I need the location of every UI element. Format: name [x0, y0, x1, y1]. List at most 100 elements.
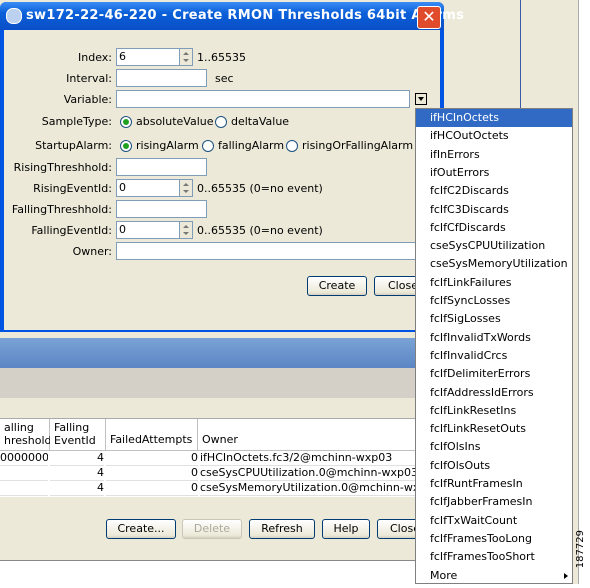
falling-eventid-input[interactable]: 0 — [116, 221, 180, 239]
dropdown-item[interactable]: fcIfInvalidCrcs — [416, 347, 572, 365]
create-button[interactable]: Create — [307, 276, 367, 296]
table-cell-owner: cseSysCPUUtilization.0@mchinn-wxp03 — [200, 466, 416, 481]
index-hint: 1..65535 — [197, 51, 246, 64]
app-icon — [6, 8, 22, 24]
col-event-l1: Falling — [54, 421, 90, 434]
radio-deltavalue[interactable] — [215, 116, 227, 128]
falling-eventid-hint: 0..65535 (0=no event) — [197, 224, 323, 237]
table-cell-failed: 0 — [106, 466, 198, 481]
dropdown-item[interactable]: fcIfAddressIdErrors — [416, 384, 572, 402]
index-label: Index: — [78, 51, 112, 64]
table-cell-event: 4 — [50, 451, 104, 466]
spin-up-icon — [183, 183, 189, 186]
dropdown-item[interactable]: fcIfC2Discards — [416, 182, 572, 200]
table-cell-event: 4 — [50, 466, 104, 481]
dropdown-item[interactable]: fcIfRuntFramesIn — [416, 475, 572, 493]
rising-eventid-input[interactable]: 0 — [116, 179, 180, 197]
dropdown-item[interactable]: fcIfLinkResetOuts — [416, 420, 572, 438]
spin-down-icon — [183, 190, 189, 193]
dropdown-item[interactable]: ifInErrors — [416, 146, 572, 164]
radio-risingalarm[interactable] — [120, 140, 132, 152]
refresh-button[interactable]: Refresh — [249, 519, 315, 539]
background-titlebar-band — [0, 338, 420, 368]
background-panel — [0, 368, 420, 398]
close-icon[interactable]: ✕ — [417, 6, 441, 29]
index-input[interactable]: 6 — [116, 48, 180, 66]
falling-threshold-label: FallingThreshhold: — [11, 203, 112, 216]
create-rmon-dialog: sw172-22-46-220 - Create RMON Thresholds… — [0, 2, 464, 332]
submenu-arrow-icon — [564, 572, 568, 579]
dropdown-item[interactable]: fcIfCfDiscards — [416, 219, 572, 237]
background-divider — [520, 0, 521, 110]
table-cell-failed: 0 — [106, 481, 198, 496]
spin-down-icon — [183, 232, 189, 235]
dropdown-item[interactable]: ifHCInOctets — [416, 109, 572, 127]
table-cell-owner: ifHCInOctets.fc3/2@mchinn-wxp03 — [200, 451, 416, 466]
falling-threshold-input[interactable] — [116, 200, 207, 218]
dropdown-item[interactable]: ifHCOutOctets — [416, 127, 572, 145]
dropdown-item[interactable]: fcIfLinkFailures — [416, 274, 572, 292]
risingorfallingalarm-label: risingOrFallingAlarm — [302, 139, 414, 152]
radio-absolutevalue[interactable] — [120, 116, 132, 128]
dropdown-item[interactable]: fcIfSyncLosses — [416, 292, 572, 310]
absolutevalue-label: absoluteValue — [136, 115, 214, 128]
dropdown-item[interactable]: cseSysCPUUtilization — [416, 237, 572, 255]
dropdown-item[interactable]: fcIfC3Discards — [416, 201, 572, 219]
falling-eventid-spinner[interactable] — [179, 221, 193, 239]
dropdown-item[interactable]: fcIfSigLosses — [416, 310, 572, 328]
fallingalarm-label: fallingAlarm — [218, 139, 285, 152]
delete-button[interactable]: Delete — [182, 519, 242, 539]
rising-eventid-hint: 0..65535 (0=no event) — [197, 182, 323, 195]
dropdown-item[interactable]: fcIfFramesTooShort — [416, 548, 572, 566]
spin-up-icon — [183, 225, 189, 228]
spin-down-icon — [183, 59, 189, 62]
dropdown-more-item[interactable]: More — [416, 567, 572, 585]
startupalarm-label: StartupAlarm: — [35, 139, 112, 152]
status-area — [0, 560, 420, 587]
dropdown-item[interactable]: fcIfOlsOuts — [416, 457, 572, 475]
dropdown-item[interactable]: fcIfInvalidTxWords — [416, 329, 572, 347]
dropdown-item[interactable]: ifOutErrors — [416, 164, 572, 182]
interval-input[interactable] — [116, 69, 207, 87]
column-header-failedattempts[interactable]: FailedAttempts — [106, 419, 198, 451]
index-spinner[interactable] — [179, 48, 193, 66]
dialog-body: Index: Interval: Variable: SampleType: S… — [4, 30, 440, 330]
label-column: Index: Interval: Variable: SampleType: S… — [4, 30, 112, 330]
radio-fallingalarm[interactable] — [202, 140, 214, 152]
dropdown-item[interactable]: cseSysMemoryUtilization — [416, 255, 572, 273]
rising-eventid-spinner[interactable] — [179, 179, 193, 197]
table-cell-threshold: 00000000 — [0, 451, 48, 466]
radio-risingorfallingalarm[interactable] — [286, 140, 298, 152]
rising-eventid-label: RisingEventId: — [33, 182, 112, 195]
column-header-falling-eventid[interactable]: Falling EventId — [50, 419, 106, 451]
spin-up-icon — [183, 52, 189, 55]
table-cell-event: 4 — [50, 481, 104, 496]
more-label: More — [430, 568, 458, 582]
rising-threshold-input[interactable] — [116, 158, 207, 176]
column-header-falling-threshold[interactable]: alling hreshold — [0, 419, 52, 451]
owner-input[interactable] — [116, 242, 440, 260]
rising-threshold-label: RisingThreshhold: — [13, 161, 112, 174]
col-threshold-l2: hreshold — [4, 434, 52, 447]
risingalarm-label: risingAlarm — [136, 139, 199, 152]
variable-dropdown-icon[interactable] — [415, 93, 427, 105]
dropdown-item[interactable]: fcIfJabberFramesIn — [416, 493, 572, 511]
dialog-titlebar: sw172-22-46-220 - Create RMON Thresholds… — [0, 2, 464, 30]
dialog-title: sw172-22-46-220 - Create RMON Thresholds… — [26, 8, 465, 23]
falling-eventid-label: FallingEventId: — [31, 224, 112, 237]
table-cell-failed: 0 — [106, 451, 198, 466]
table-cell-threshold — [0, 481, 48, 496]
dropdown-item[interactable]: fcIfOlsIns — [416, 438, 572, 456]
column-header-owner[interactable]: Owner — [198, 419, 416, 451]
variable-label: Variable: — [63, 93, 112, 106]
help-button[interactable]: Help — [322, 519, 370, 539]
dropdown-item[interactable]: fcIfFramesTooLong — [416, 530, 572, 548]
sampletype-label: SampleType: — [41, 115, 112, 128]
interval-unit: sec — [215, 72, 234, 85]
create-ellipsis-button[interactable]: Create... — [106, 519, 176, 539]
dropdown-item[interactable]: fcIfLinkResetIns — [416, 402, 572, 420]
dropdown-item[interactable]: fcIfDelimiterErrors — [416, 365, 572, 383]
variable-input[interactable] — [116, 90, 410, 108]
deltavalue-label: deltaValue — [231, 115, 290, 128]
dropdown-item[interactable]: fcIfTxWaitCount — [416, 512, 572, 530]
